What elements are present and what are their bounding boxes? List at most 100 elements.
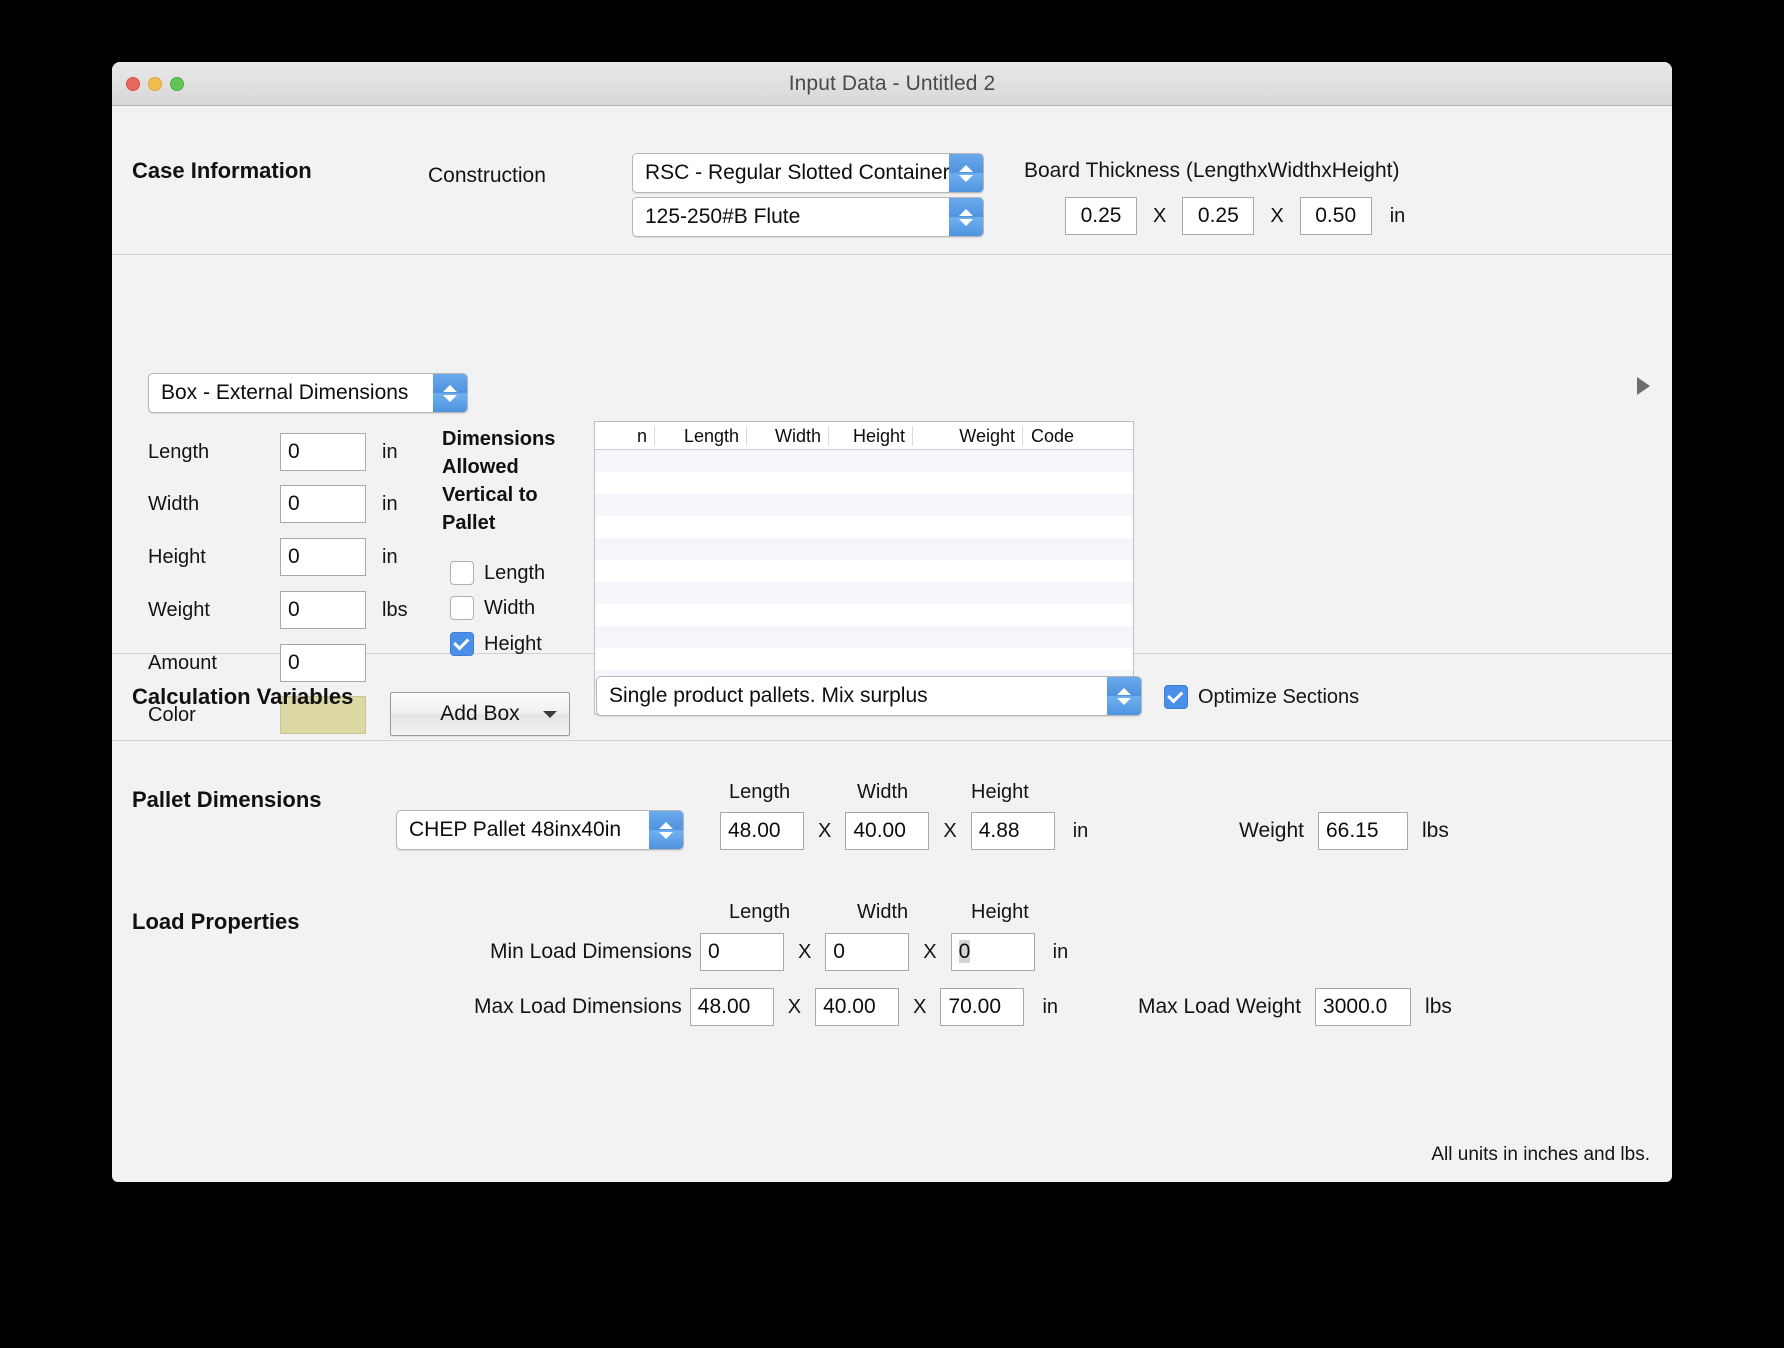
board-thickness-unit: in — [1389, 204, 1406, 227]
calculation-mode-select[interactable]: Single product pallets. Mix surplus — [596, 676, 1142, 716]
table-row[interactable] — [595, 626, 1133, 648]
allow-length-checkbox[interactable]: Length — [450, 561, 545, 585]
board-thickness-label: Board Thickness (LengthxWidthxHeight) — [1024, 159, 1400, 182]
max-load-dimensions-row: Max Load Dimensions 48.00 X 40.00 X 70.0… — [474, 988, 1058, 1026]
maximize-window-button[interactable] — [170, 76, 184, 91]
box-width-unit: in — [382, 492, 398, 515]
chevron-updown-icon[interactable] — [949, 154, 983, 192]
table-row[interactable] — [595, 516, 1133, 538]
board-thickness-fields: 0.25 X 0.25 X 0.50 in — [1065, 197, 1405, 235]
max-load-weight-label: Max Load Weight — [1138, 995, 1302, 1018]
pallet-width-input[interactable]: 40.00 — [845, 812, 930, 850]
calculation-mode-value: Single product pallets. Mix surplus — [609, 684, 928, 707]
allow-length-label: Length — [484, 561, 546, 584]
box-table-column-n[interactable]: n — [595, 425, 655, 446]
checkbox-checked-icon — [1164, 685, 1188, 709]
construction-label: Construction — [428, 164, 546, 187]
pallet-dimensions-section: Pallet Dimensions CHEP Pallet 48inx40in … — [112, 741, 1672, 863]
table-row[interactable] — [595, 472, 1133, 494]
min-load-dimensions-row: Min Load Dimensions 0 X 0 X 0 in — [490, 933, 1068, 971]
board-thickness-length-input[interactable]: 0.25 — [1065, 197, 1137, 235]
close-window-button[interactable] — [126, 76, 140, 91]
chevron-updown-icon[interactable] — [649, 811, 683, 849]
box-weight-row: Weight 0 lbs — [148, 591, 408, 629]
board-thickness-x1: X — [1153, 204, 1167, 227]
box-table-column-height[interactable]: Height — [829, 425, 913, 446]
optimize-sections-checkbox[interactable]: Optimize Sections — [1164, 685, 1359, 709]
max-load-x1: X — [787, 995, 802, 1018]
box-table-column-code[interactable]: Code — [1023, 426, 1133, 446]
case-information-section: Case Information Construction RSC - Regu… — [112, 106, 1672, 254]
chevron-updown-icon[interactable] — [1107, 677, 1141, 715]
min-load-length-input[interactable]: 0 — [699, 933, 784, 971]
pallet-type-value: CHEP Pallet 48inx40in — [409, 818, 622, 841]
box-height-input[interactable]: 0 — [280, 538, 366, 576]
box-table-column-length[interactable]: Length — [655, 425, 747, 446]
box-width-label: Width — [148, 492, 200, 515]
dimensions-allowed-title: Dimensions Allowed Vertical to Pallet — [442, 428, 556, 534]
table-row[interactable] — [595, 450, 1133, 472]
box-height-unit: in — [382, 545, 398, 568]
box-length-label: Length — [148, 440, 210, 463]
min-load-x1: X — [797, 940, 812, 963]
max-load-width-input[interactable]: 40.00 — [815, 988, 900, 1026]
pallet-height-input[interactable]: 4.88 — [970, 812, 1055, 850]
box-table-header: n Length Width Height Weight Code — [595, 422, 1133, 450]
pallet-x1: X — [818, 819, 832, 842]
allow-width-checkbox[interactable]: Width — [450, 596, 535, 620]
minimize-window-button[interactable] — [148, 76, 162, 91]
box-weight-input[interactable]: 0 — [280, 591, 366, 629]
board-thickness-x2: X — [1270, 204, 1284, 227]
checkbox-icon — [450, 561, 474, 585]
board-thickness-width-input[interactable]: 0.25 — [1182, 197, 1255, 235]
max-load-label: Max Load Dimensions — [474, 995, 682, 1018]
traffic-lights — [126, 62, 184, 105]
expand-triangle-icon[interactable] — [1637, 377, 1650, 395]
table-row[interactable] — [595, 604, 1133, 626]
chevron-updown-icon[interactable] — [433, 374, 467, 412]
pallet-length-input[interactable]: 48.00 — [720, 812, 804, 850]
allow-height-checkbox[interactable]: Height — [450, 632, 542, 656]
min-load-width-input[interactable]: 0 — [825, 933, 910, 971]
box-table-column-width[interactable]: Width — [747, 425, 829, 446]
dimension-mode-value: Box - External Dimensions — [161, 381, 409, 404]
box-width-input[interactable]: 0 — [280, 485, 366, 523]
min-load-label: Min Load Dimensions — [490, 940, 692, 963]
input-data-window: Input Data - Untitled 2 Case Information… — [112, 62, 1672, 1182]
box-entry-section: Box - External Dimensions Length 0 in Wi… — [112, 255, 1672, 736]
pallet-x2: X — [943, 819, 957, 842]
box-length-input[interactable]: 0 — [280, 433, 366, 471]
chevron-updown-icon[interactable] — [949, 198, 983, 236]
flute-select-value: 125-250#B Flute — [645, 205, 801, 228]
min-load-x2: X — [923, 940, 937, 963]
pallet-type-select[interactable]: CHEP Pallet 48inx40in — [396, 810, 684, 850]
pallet-weight-input[interactable]: 66.15 — [1317, 812, 1408, 850]
table-row[interactable] — [595, 538, 1133, 560]
table-row[interactable] — [595, 494, 1133, 516]
max-load-weight-input[interactable]: 3000.0 — [1315, 988, 1412, 1026]
pallet-dimension-fields: 48.00 X 40.00 X 4.88 in — [720, 812, 1088, 850]
load-properties-section: Load Properties Length Width Height Min … — [112, 863, 1672, 1182]
table-row[interactable] — [595, 560, 1133, 582]
table-row[interactable] — [595, 582, 1133, 604]
window-title: Input Data - Untitled 2 — [788, 71, 996, 95]
max-load-x2: X — [913, 995, 927, 1018]
construction-select[interactable]: RSC - Regular Slotted Container — [632, 153, 984, 193]
optimize-sections-label: Optimize Sections — [1198, 685, 1360, 708]
load-length-header: Length — [729, 901, 791, 923]
board-thickness-height-input[interactable]: 0.50 — [1299, 197, 1372, 235]
flute-select[interactable]: 125-250#B Flute — [632, 197, 984, 237]
load-properties-title: Load Properties — [132, 909, 300, 934]
box-table-column-weight[interactable]: Weight — [913, 425, 1023, 446]
box-height-label: Height — [148, 545, 206, 568]
max-load-height-input[interactable]: 70.00 — [940, 988, 1025, 1026]
max-load-length-input[interactable]: 48.00 — [689, 988, 774, 1026]
box-weight-unit: lbs — [382, 598, 408, 621]
pallet-width-header: Width — [857, 781, 909, 803]
pallet-length-header: Length — [729, 781, 791, 803]
window-titlebar[interactable]: Input Data - Untitled 2 — [112, 62, 1672, 106]
calculation-variables-title: Calculation Variables — [132, 684, 354, 709]
case-information-title: Case Information — [132, 158, 312, 183]
min-load-height-input[interactable]: 0 — [950, 933, 1035, 971]
dimension-mode-select[interactable]: Box - External Dimensions — [148, 373, 468, 413]
